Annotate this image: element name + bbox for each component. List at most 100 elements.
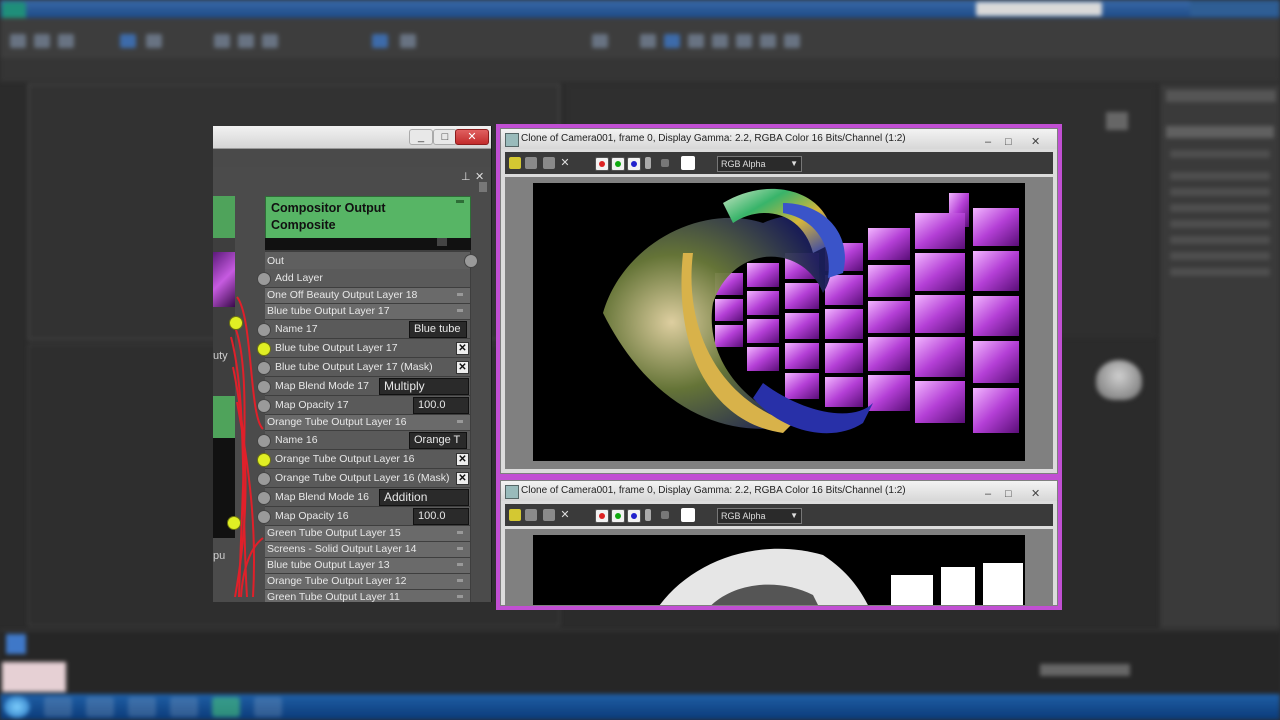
ie-icon[interactable] <box>44 697 72 717</box>
viewcube-icon[interactable] <box>1096 360 1142 400</box>
layer-group-header[interactable]: Orange Tube Output Layer 16 <box>265 415 470 430</box>
green-channel-toggle[interactable] <box>611 509 625 523</box>
minimize-button[interactable]: – <box>985 484 991 504</box>
input-pin[interactable] <box>257 361 271 375</box>
input-pin[interactable] <box>257 453 271 467</box>
layer-group-header[interactable]: Blue tube Output Layer 17 <box>265 304 470 319</box>
row-value-field[interactable]: 100.0 <box>413 508 469 525</box>
rollout-toggle-icon[interactable] <box>457 547 463 550</box>
layer-manager-icon[interactable] <box>664 34 680 48</box>
wire-connection-pin[interactable] <box>227 516 241 530</box>
schematic-icon[interactable] <box>712 34 728 48</box>
material-editor-icon[interactable] <box>736 34 752 48</box>
channel-display-select[interactable]: RGB Alpha ▼ <box>717 508 802 524</box>
chrome-icon[interactable] <box>128 697 156 717</box>
cmd-rollout-row[interactable] <box>1170 150 1270 158</box>
row-value-field[interactable]: Orange T <box>409 432 467 449</box>
close-button[interactable]: ✕ <box>455 129 489 145</box>
close-button[interactable]: ✕ <box>1031 132 1040 152</box>
save-image-icon[interactable] <box>509 157 521 169</box>
mirror-icon[interactable] <box>592 34 608 48</box>
mono-toggle[interactable] <box>661 159 669 167</box>
print-icon[interactable] <box>543 509 555 521</box>
rollout-toggle-icon[interactable] <box>457 420 463 423</box>
cmd-rollout-row[interactable] <box>1170 268 1270 276</box>
cmd-rollout-row[interactable] <box>1170 172 1270 180</box>
playback-field[interactable] <box>1040 664 1130 676</box>
frame-buffer-title-bar[interactable]: Clone of Camera001, frame 0, Display Gam… <box>501 129 1057 149</box>
app-c-icon[interactable] <box>212 697 240 717</box>
maximize-button[interactable]: □ <box>433 129 457 145</box>
input-pin[interactable] <box>257 510 271 524</box>
layer-group-header[interactable]: Green Tube Output Layer 11 <box>265 590 470 602</box>
window-controls[interactable] <box>1190 0 1280 16</box>
curve-editor-icon[interactable] <box>688 34 704 48</box>
rollout-toggle-icon[interactable] <box>457 531 463 534</box>
clear-map-button[interactable]: ✕ <box>456 342 469 355</box>
blue-channel-toggle[interactable] <box>627 509 641 523</box>
search-input[interactable] <box>976 2 1102 16</box>
rollout-toggle-icon[interactable] <box>457 579 463 582</box>
clear-icon[interactable]: ✕ <box>559 157 571 169</box>
rollout-toggle-icon[interactable] <box>457 309 463 312</box>
viewcube-small-icon[interactable] <box>1106 112 1128 130</box>
close-button[interactable]: ✕ <box>1031 484 1040 504</box>
row-value-field[interactable]: 100.0 <box>413 397 469 414</box>
row-value-field[interactable]: Blue tube <box>409 321 467 338</box>
layer-group-header[interactable]: Screens - Solid Output Layer 14 <box>265 542 470 557</box>
rollout-toggle-icon[interactable] <box>457 563 463 566</box>
layer-group-header[interactable]: One Off Beauty Output Layer 18 <box>265 288 470 303</box>
redo-icon[interactable] <box>34 34 50 48</box>
cmd-rollout-row[interactable] <box>1170 204 1270 212</box>
select-icon[interactable] <box>120 34 136 48</box>
layer-parameter-row[interactable]: Orange Tube Output Layer 16 <box>265 450 470 468</box>
red-channel-toggle[interactable] <box>595 509 609 523</box>
minimize-button[interactable]: _ <box>409 129 433 145</box>
add-layer-row[interactable]: Add Layer <box>265 269 470 287</box>
input-pin[interactable] <box>257 434 271 448</box>
calculator-icon[interactable] <box>170 697 198 717</box>
cmd-rollout-row[interactable] <box>1170 220 1270 228</box>
rollout-toggle-icon[interactable] <box>457 293 463 296</box>
row-value-field[interactable]: Multiply <box>379 378 469 395</box>
node-collapse-icon[interactable] <box>456 200 464 203</box>
command-panel-tabs[interactable] <box>1166 90 1276 102</box>
node-resize-icon[interactable] <box>437 238 447 246</box>
angle-snap-icon[interactable] <box>400 34 416 48</box>
cmd-rollout-row[interactable] <box>1170 236 1270 244</box>
green-channel-toggle[interactable] <box>611 157 625 171</box>
layer-group-header[interactable]: Green Tube Output Layer 15 <box>265 526 470 541</box>
input-pin[interactable] <box>257 272 271 286</box>
rollout-toggle-icon[interactable] <box>457 595 463 598</box>
snap-icon[interactable] <box>372 34 388 48</box>
maximize-button[interactable]: □ <box>1005 484 1012 504</box>
layer-parameter-row[interactable]: Orange Tube Output Layer 16 (Mask) <box>265 469 470 487</box>
red-channel-toggle[interactable] <box>595 157 609 171</box>
input-pin[interactable] <box>257 399 271 413</box>
layer-parameter-row[interactable]: Blue tube Output Layer 17 <box>265 339 470 357</box>
clear-map-button[interactable]: ✕ <box>456 472 469 485</box>
object-type-dropdown[interactable] <box>1166 126 1274 138</box>
layer-group-header[interactable]: Orange Tube Output Layer 12 <box>265 574 470 589</box>
mono-toggle[interactable] <box>661 511 669 519</box>
input-pin[interactable] <box>257 472 271 486</box>
scrollbar-thumb[interactable] <box>479 182 487 192</box>
maximize-button[interactable]: □ <box>1005 132 1012 152</box>
row-value-field[interactable]: Addition <box>379 489 469 506</box>
input-pin[interactable] <box>257 491 271 505</box>
frame-buffer-title-bar[interactable]: Clone of Camera001, frame 0, Display Gam… <box>501 481 1057 501</box>
cmd-rollout-row[interactable] <box>1170 188 1270 196</box>
maxscript-listener[interactable] <box>2 662 66 692</box>
blue-channel-toggle[interactable] <box>627 157 641 171</box>
swatch[interactable] <box>681 156 695 170</box>
pin-icon[interactable]: ⊥ <box>461 170 471 183</box>
clear-map-button[interactable]: ✕ <box>456 361 469 374</box>
timeline[interactable] <box>0 630 1280 695</box>
print-icon[interactable] <box>543 157 555 169</box>
minimize-button[interactable]: – <box>985 132 991 152</box>
clear-map-button[interactable]: ✕ <box>456 453 469 466</box>
clear-icon[interactable]: ✕ <box>559 509 571 521</box>
select-name-icon[interactable] <box>146 34 162 48</box>
input-pin[interactable] <box>257 342 271 356</box>
render-icon[interactable] <box>784 34 800 48</box>
